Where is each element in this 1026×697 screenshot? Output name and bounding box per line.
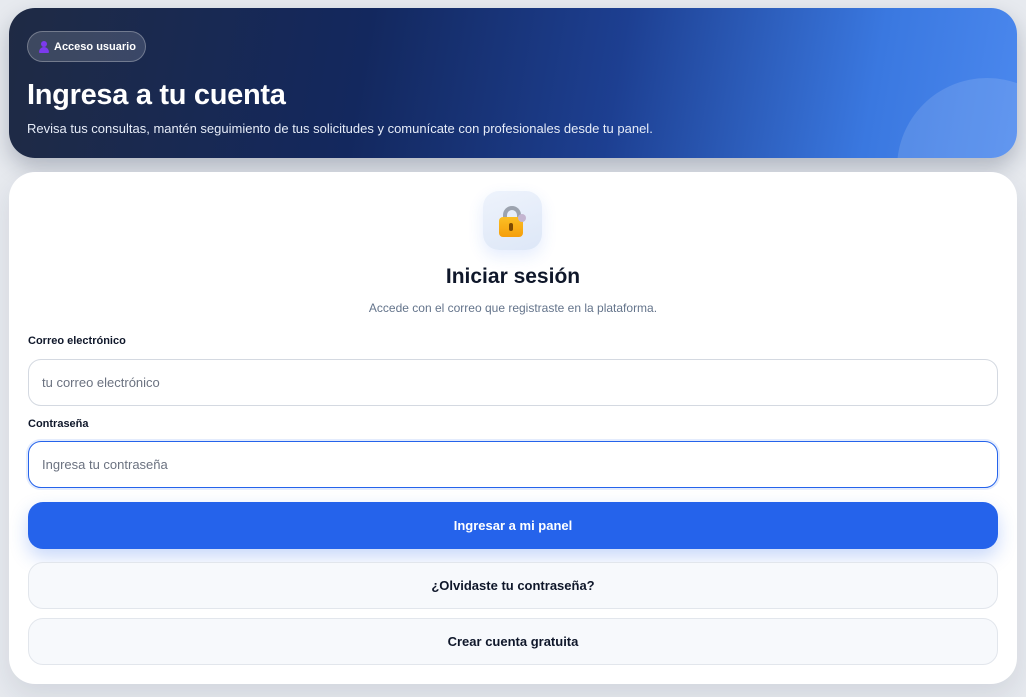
login-subtitle: Accede con el correo que registraste en …	[368, 301, 658, 315]
user-icon	[39, 40, 49, 53]
login-card: Iniciar sesión Accede con el correo que …	[9, 172, 1017, 684]
page-subtitle: Revisa tus consultas, mantén seguimiento…	[27, 121, 653, 136]
email-field[interactable]	[28, 359, 998, 406]
create-account-button[interactable]: Crear cuenta gratuita	[28, 618, 998, 665]
forgot-password-button[interactable]: ¿Olvidaste tu contraseña?	[28, 562, 998, 609]
access-badge-label: Acceso usuario	[54, 40, 136, 53]
access-badge: Acceso usuario	[27, 31, 146, 62]
lock-icon	[483, 191, 542, 250]
hero-banner: Acceso usuario Ingresa a tu cuenta Revis…	[9, 8, 1017, 158]
email-label: Correo electrónico	[28, 335, 126, 347]
hero-decoration	[897, 78, 1017, 158]
password-field[interactable]	[28, 441, 998, 488]
login-title: Iniciar sesión	[445, 265, 581, 288]
password-label: Contraseña	[28, 418, 89, 430]
page-title: Ingresa a tu cuenta	[27, 79, 286, 111]
login-button[interactable]: Ingresar a mi panel	[28, 502, 998, 549]
